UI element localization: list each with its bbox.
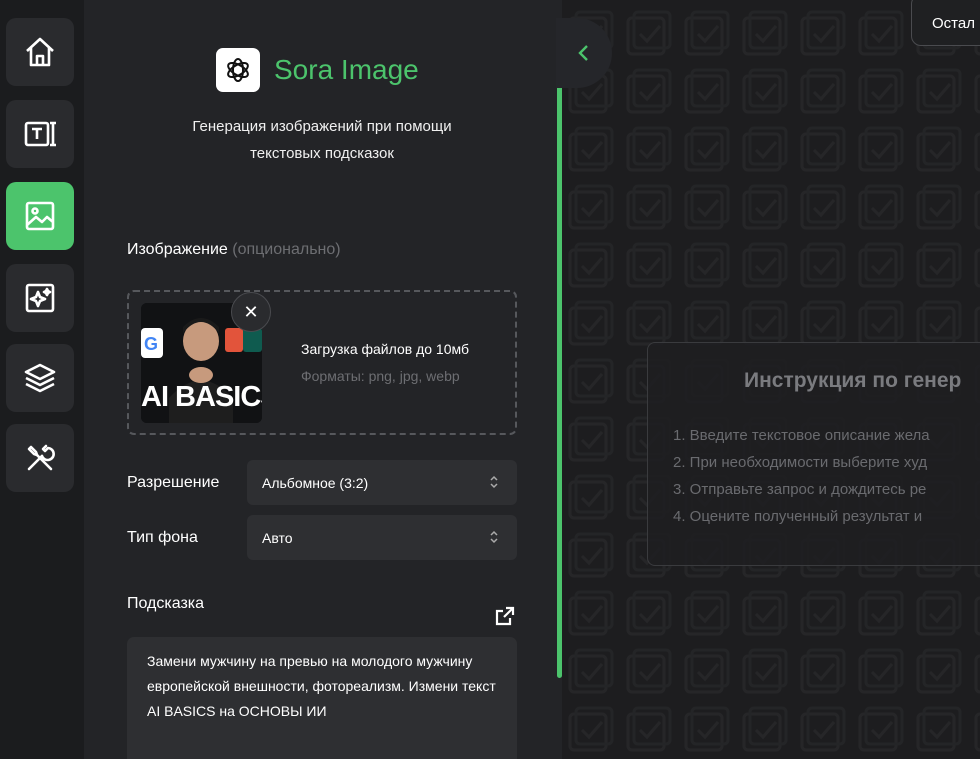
chevron-left-icon (578, 45, 588, 61)
image-optional-text: (опционально) (232, 241, 341, 258)
tools-icon (27, 444, 55, 471)
close-icon: ✕ (243, 301, 259, 323)
rail-enhance-button[interactable] (6, 264, 74, 332)
svg-text:G: G (144, 334, 158, 354)
image-label-text: Изображение (127, 241, 228, 258)
rail-tools-button[interactable] (6, 424, 74, 492)
background-select[interactable]: Авто (247, 515, 517, 560)
instructions-list: 1. Введите текстовое описание жела 2. Пр… (673, 422, 930, 530)
upload-formats: Форматы: png, jpg, webp (301, 368, 460, 384)
panel-subtitle: Генерация изображений при помощи текстов… (127, 113, 517, 167)
instructions-card: Инструкция по генер 1. Введите текстовое… (647, 342, 980, 566)
text-frame-icon (24, 121, 56, 147)
home-icon (26, 37, 54, 67)
subtitle-line-2: текстовых подсказок (250, 145, 394, 162)
resolution-label: Разрешение (127, 474, 220, 491)
sparkle-image-icon (25, 283, 55, 313)
balance-badge[interactable]: Остал (911, 0, 980, 46)
nav-rail (0, 0, 84, 759)
instructions-title: Инструкция по генер (744, 369, 962, 392)
layers-icon (24, 363, 56, 393)
instruction-item: 2. При необходимости выберите худ (673, 454, 928, 471)
rail-text-button[interactable] (6, 100, 74, 168)
expand-icon[interactable] (494, 605, 516, 627)
instruction-item: 4. Оцените полученный результат и (673, 508, 923, 525)
background-label: Тип фона (127, 529, 198, 546)
instruction-item: 1. Введите текстовое описание жела (673, 427, 930, 444)
remove-image-button[interactable]: ✕ (231, 292, 271, 332)
openai-logo-icon (216, 48, 260, 92)
brand: Sora Image (216, 48, 419, 92)
prompt-label: Подсказка (127, 595, 205, 612)
rail-layers-button[interactable] (6, 344, 74, 412)
image-label: Изображение (опционально) (127, 241, 341, 259)
resolution-select[interactable]: Альбомное (3:2) (247, 460, 517, 505)
subtitle-line-1: Генерация изображений при помощи (192, 118, 452, 135)
balance-text: Остал (932, 15, 975, 32)
chevron-updown-icon (490, 530, 498, 544)
image-dropzone[interactable]: G AI BASICS ✕ Загрузка файлов до 10мб Фо… (127, 290, 517, 435)
chevron-updown-icon (490, 475, 498, 489)
rail-home-button[interactable] (6, 18, 74, 86)
resolution-value: Альбомное (3:2) (262, 474, 369, 491)
instruction-item: 3. Отправьте запрос и дождитесь ре (673, 481, 927, 498)
rail-image-button[interactable] (6, 182, 74, 250)
prompt-textarea[interactable]: Замени мужчину на превью на молодого муж… (127, 637, 517, 759)
thumbnail-text: AI BASICS (141, 381, 262, 413)
image-icon (25, 201, 55, 231)
upload-hint: Загрузка файлов до 10мб (301, 341, 469, 357)
background-value: Авто (262, 529, 293, 546)
brand-name: Sora Image (274, 54, 419, 85)
